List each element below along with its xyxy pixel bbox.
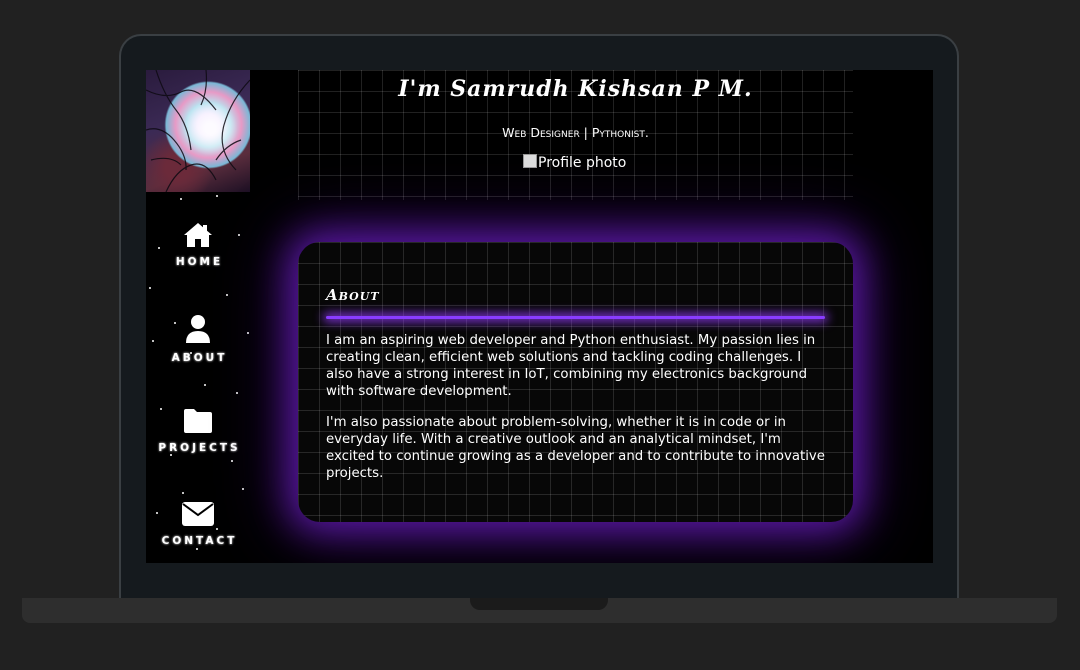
about-title: About — [326, 286, 380, 304]
nav-contact[interactable]: CONTACT — [146, 501, 250, 547]
nav-home[interactable]: HOME — [146, 222, 250, 268]
sidebar: HOME ABOUT PROJECTS CONTACT — [146, 70, 250, 563]
about-section: About I am an aspiring web developer and… — [298, 242, 853, 522]
hero-header: I'm Samrudh Kishsan P M. Web Designer | … — [298, 70, 853, 200]
nav-projects-label: PROJECTS — [158, 442, 241, 454]
main-content: I'm Samrudh Kishsan P M. Web Designer | … — [298, 70, 853, 563]
home-icon — [184, 223, 212, 247]
tree-branches-image — [146, 70, 250, 192]
profile-photo: Profile photo — [523, 154, 626, 171]
browser-viewport: HOME ABOUT PROJECTS CONTACT I'm Samrudh … — [146, 70, 933, 563]
hero-name: I'm Samrudh Kishsan P M. — [398, 76, 753, 102]
nav-contact-label: CONTACT — [161, 535, 238, 547]
moon-image — [146, 70, 250, 192]
about-divider — [326, 316, 825, 319]
about-paragraph-2: I'm also passionate about problem-solvin… — [326, 415, 825, 481]
profile-photo-alt: Profile photo — [538, 155, 627, 171]
nav-projects[interactable]: PROJECTS — [146, 408, 250, 454]
folder-icon — [184, 409, 212, 433]
nav-about-label: ABOUT — [171, 352, 228, 364]
envelope-icon — [182, 502, 214, 526]
nav-home-label: HOME — [175, 256, 224, 268]
broken-image-icon — [523, 154, 537, 168]
nav-about[interactable]: ABOUT — [146, 314, 250, 364]
user-icon — [186, 315, 210, 343]
laptop-notch — [470, 598, 608, 610]
hero-role: Web Designer | Pythonist. — [502, 125, 649, 140]
about-paragraph-1: I am an aspiring web developer and Pytho… — [326, 333, 816, 399]
